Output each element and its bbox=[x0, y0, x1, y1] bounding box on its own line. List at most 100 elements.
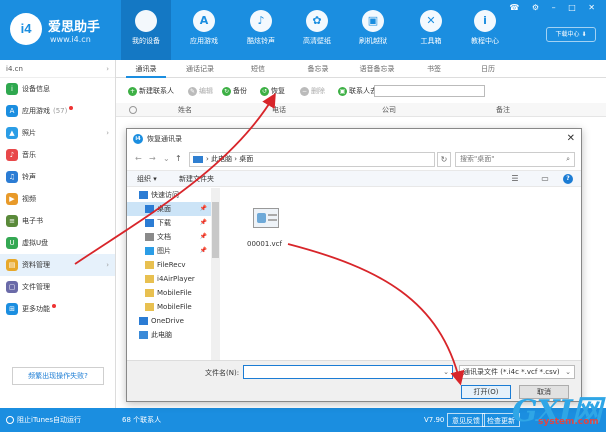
tree-item[interactable]: 此电脑 bbox=[127, 328, 211, 342]
tree-scrollbar[interactable] bbox=[211, 188, 220, 360]
tab[interactable]: 短信 bbox=[240, 60, 276, 78]
feedback-button[interactable]: 意见反馈 bbox=[447, 413, 485, 427]
nav-label: 酷炫铃声 bbox=[247, 37, 275, 45]
nav-label: 应用游戏 bbox=[190, 37, 218, 45]
tree-item[interactable]: FileRecv bbox=[127, 258, 211, 272]
contacts-search-input[interactable] bbox=[374, 85, 485, 97]
help-icon[interactable]: ? bbox=[563, 174, 573, 184]
info-icon: i bbox=[6, 83, 18, 95]
contacts-icon: ▤ bbox=[6, 259, 18, 271]
refresh-icon[interactable]: ↻ bbox=[437, 152, 451, 167]
preview-pane-icon[interactable]: ▭ bbox=[539, 173, 551, 185]
sidebar-item[interactable]: ▤ 资料管理 › bbox=[0, 254, 115, 276]
sidebar-item[interactable]: ▲ 照片 › bbox=[0, 122, 115, 144]
sidebar-item[interactable]: ▢ 文件管理 bbox=[0, 276, 115, 298]
tree-item[interactable]: 下载 📌 bbox=[127, 216, 211, 230]
tab[interactable]: 日历 bbox=[468, 60, 508, 78]
tab[interactable]: 通讯录 bbox=[126, 60, 166, 78]
data-tabs: 通讯录 通话记录 短信 备忘录 语音备忘录 书签 日历 bbox=[116, 60, 606, 78]
tree-item[interactable]: i4AirPlayer bbox=[127, 272, 211, 286]
navigation-tree: 快速访问 桌面 📌 下载 📌 文档 📌 图片 📌 FileRecv i4AirPlayer Mobil… bbox=[127, 188, 222, 360]
logo-icon: i4 bbox=[10, 13, 42, 45]
vcf-file[interactable]: 00001.vcf bbox=[247, 200, 289, 256]
new-contact-button[interactable]: + 新建联系人 bbox=[128, 80, 174, 102]
sidebar-item[interactable]: A 应用游戏 (57) bbox=[0, 100, 115, 122]
contacts-table-header: 姓名 电话 公司 备注 bbox=[116, 103, 606, 117]
help-link[interactable]: 频繁出现操作失败? bbox=[12, 367, 104, 385]
photo-icon: ▲ bbox=[6, 127, 18, 139]
sidebar-item[interactable]: ♫ 铃声 bbox=[0, 166, 115, 188]
tab[interactable]: 备忘录 bbox=[298, 60, 338, 78]
open-button[interactable]: 打开(O) bbox=[461, 385, 511, 399]
tree-item[interactable]: MobileFile bbox=[127, 300, 211, 314]
window-controls[interactable]: ☎ ⚙ – □ ✕ bbox=[509, 3, 600, 12]
column-company[interactable]: 公司 bbox=[382, 103, 396, 117]
i4-assistant-window: i4 爱思助手 www.i4.cn 我的设备 A 应用游戏 ♪ 酷炫铃声 ✿ 高清壁纸 ▣ 刷机… bbox=[0, 0, 606, 432]
view-options-icon[interactable]: ☰ bbox=[509, 173, 521, 185]
device-selector[interactable]: i4.cn › bbox=[0, 60, 115, 78]
tree-item[interactable]: 图片 📌 bbox=[127, 244, 211, 258]
recent-dropdown-icon[interactable]: ⌄ bbox=[163, 149, 170, 169]
nav-tutorials[interactable]: i 教程中心 bbox=[460, 0, 510, 60]
column-name[interactable]: 姓名 bbox=[178, 103, 192, 117]
nav-toolbox[interactable]: ✕ 工具箱 bbox=[406, 0, 456, 60]
nav-label: 教程中心 bbox=[471, 37, 499, 45]
tree-item[interactable]: 快速访问 bbox=[127, 188, 211, 202]
download-center-button[interactable]: 下载中心 ⬇ bbox=[546, 27, 596, 42]
edit-button[interactable]: ✎ 编辑 bbox=[188, 80, 213, 102]
sidebar-item[interactable]: i 设备信息 bbox=[0, 78, 115, 100]
sidebar-item[interactable]: U 虚拟U盘 bbox=[0, 232, 115, 254]
nav-ringtones[interactable]: ♪ 酷炫铃声 bbox=[236, 0, 286, 60]
flower-icon: ✿ bbox=[306, 10, 328, 32]
tree-item-label: FileRecv bbox=[157, 261, 186, 269]
scrollbar-thumb[interactable] bbox=[212, 202, 219, 258]
pencil-icon: ✎ bbox=[188, 86, 197, 96]
pin-icon: 📌 bbox=[199, 247, 207, 254]
filetype-select[interactable]: 通讯录文件 (*.i4c *.vcf *.csv) ⌄ bbox=[459, 365, 575, 379]
select-all-checkbox[interactable] bbox=[129, 106, 137, 114]
sidebar-item[interactable]: ♪ 音乐 bbox=[0, 144, 115, 166]
tab[interactable]: 语音备忘录 bbox=[352, 60, 402, 78]
nav-my-device[interactable]: 我的设备 bbox=[121, 0, 171, 60]
delete-button[interactable]: − 删除 bbox=[300, 80, 325, 102]
usb-icon: U bbox=[6, 237, 18, 249]
sidebar-item[interactable]: ≡ 电子书 bbox=[0, 210, 115, 232]
path-field[interactable]: › 此电脑 › 桌面 bbox=[189, 152, 435, 167]
close-icon[interactable]: ✕ bbox=[567, 129, 575, 149]
tree-item[interactable]: 文档 📌 bbox=[127, 230, 211, 244]
restore-button[interactable]: ↺ 恢复 bbox=[260, 80, 285, 102]
filename-input[interactable]: ⌄ bbox=[243, 365, 453, 379]
tree-item[interactable]: MobileFile bbox=[127, 286, 211, 300]
nav-flash-jailbreak[interactable]: ▣ 刷机越狱 bbox=[348, 0, 398, 60]
sidebar-item[interactable]: ▶ 视频 bbox=[0, 188, 115, 210]
organize-button[interactable]: 组织 ▾ bbox=[137, 171, 157, 187]
sidebar-item[interactable]: ⊞ 更多功能 bbox=[0, 298, 115, 320]
up-icon[interactable]: ↑ bbox=[175, 149, 182, 169]
tree-item-label: 下载 bbox=[157, 219, 171, 227]
folder-icon bbox=[145, 247, 154, 255]
tree-item[interactable]: OneDrive bbox=[127, 314, 211, 328]
contact-card-icon bbox=[253, 208, 279, 228]
nav-wallpapers[interactable]: ✿ 高清壁纸 bbox=[292, 0, 342, 60]
folder-search-input[interactable]: 搜索"桌面" ⌕ bbox=[455, 152, 575, 167]
chevron-down-icon[interactable]: ⌄ bbox=[443, 366, 449, 378]
new-folder-button[interactable]: 新建文件夹 bbox=[179, 171, 214, 187]
column-note[interactable]: 备注 bbox=[496, 103, 510, 117]
nav-apps[interactable]: A 应用游戏 bbox=[179, 0, 229, 60]
app-store-icon: A bbox=[193, 10, 215, 32]
block-itunes-toggle[interactable]: 阻止iTunes自动运行 bbox=[6, 408, 81, 432]
notification-dot bbox=[69, 106, 74, 110]
tab[interactable]: 书签 bbox=[416, 60, 452, 78]
column-phone[interactable]: 电话 bbox=[272, 103, 286, 117]
video-icon: ▶ bbox=[6, 193, 18, 205]
contact-count: 68 个联系人 bbox=[122, 416, 162, 424]
forward-icon[interactable]: → bbox=[149, 149, 156, 169]
backup-button[interactable]: ↻ 备份 bbox=[222, 80, 247, 102]
tab[interactable]: 通话记录 bbox=[178, 60, 222, 78]
i4-icon: i4 bbox=[133, 134, 143, 144]
sidebar-item-label: 更多功能 bbox=[22, 305, 50, 313]
bell-icon: ♫ bbox=[6, 171, 18, 183]
back-icon[interactable]: ← bbox=[135, 149, 142, 169]
folder-icon bbox=[145, 205, 154, 213]
tree-item[interactable]: 桌面 📌 bbox=[127, 202, 211, 216]
